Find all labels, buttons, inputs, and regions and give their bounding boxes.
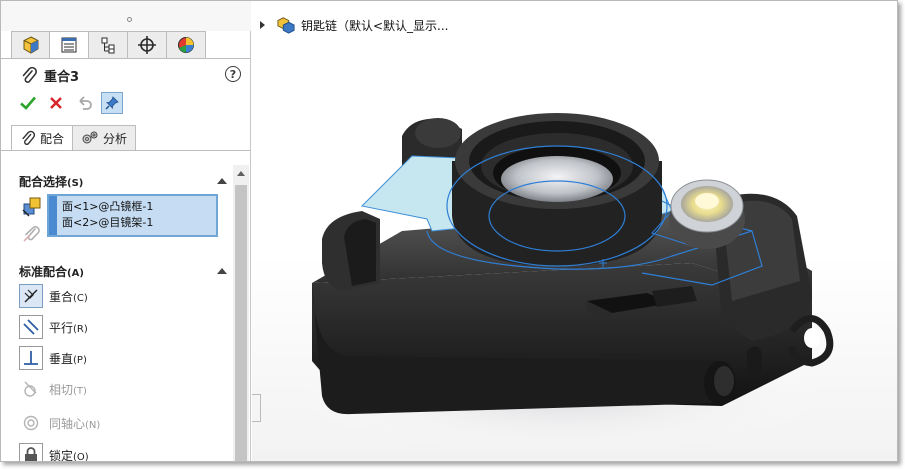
tab-feature-manager[interactable]: [11, 31, 50, 59]
gears-icon: [82, 131, 98, 144]
multi-mate-icon: [21, 223, 43, 248]
mate-label: 平行: [49, 320, 74, 335]
mate-selections-title: 配合选择(S): [19, 173, 83, 190]
mate-lock-label: 锁定(O): [49, 447, 89, 462]
mate-label: 相切: [49, 382, 74, 397]
mate-selections-list[interactable]: 面<1>@凸镜框-1 面<2>@目镜架-1: [47, 194, 218, 237]
standard-mates-key: (A): [67, 267, 84, 279]
part-cube-icon: [23, 36, 38, 54]
tab-mates[interactable]: 配合: [11, 125, 74, 151]
undo-button[interactable]: [73, 92, 95, 114]
panel-scrollbar[interactable]: [233, 165, 249, 461]
standard-mates-header[interactable]: 标准配合(A): [19, 262, 227, 280]
list-item[interactable]: 面<1>@凸镜框-1: [62, 198, 153, 214]
tangent-icon: [19, 377, 43, 401]
cancel-button[interactable]: [45, 92, 67, 114]
collapse-caret-icon[interactable]: [217, 178, 227, 184]
keep-visible-pin-button[interactable]: [101, 92, 123, 114]
mate-key: (O): [73, 451, 89, 462]
mate-selections-header[interactable]: 配合选择(S): [19, 172, 227, 190]
mate-key: (T): [73, 385, 87, 397]
sub-tab-divider: [1, 150, 251, 151]
mate-label: 同轴心: [49, 416, 86, 431]
mate-key: (C): [73, 292, 88, 304]
mate-perpendicular[interactable]: 垂直(P): [19, 346, 87, 370]
tab-property-manager[interactable]: [50, 31, 89, 59]
panel-grip[interactable]: [1, 1, 251, 31]
list-item[interactable]: 面<2>@目镜架-1: [62, 214, 153, 230]
mate-selections-label: 配合选择: [19, 174, 68, 189]
configuration-tree-icon: [101, 37, 115, 54]
mate-key: (R): [73, 323, 88, 335]
mate-selections-key: (S): [67, 177, 84, 189]
close-icon: [50, 97, 62, 109]
tab-mates-label: 配合: [40, 131, 65, 146]
grip-dot: [127, 17, 132, 22]
feature-title-text: 重合3: [44, 69, 80, 85]
mate-sub-tabs: 配合 分析: [11, 125, 137, 151]
property-list-icon: [61, 37, 77, 53]
coincident-icon: [19, 284, 43, 308]
action-buttons: [17, 91, 123, 115]
mate-tangent[interactable]: 相切(T): [19, 377, 87, 401]
tab-display-manager[interactable]: [167, 31, 206, 59]
entities-to-mate-icon: [21, 196, 43, 221]
mate-lock[interactable]: 锁定(O): [19, 443, 89, 462]
selection-list-marker: [49, 196, 57, 235]
mate-parallel[interactable]: 平行(R): [19, 315, 88, 339]
mate-parallel-label: 平行(R): [49, 319, 88, 336]
property-manager-panel: 重合3 ? 配合 分析 配合选择(S) 面<1>@凸镜框-1 面<2>@目镜架-…: [1, 1, 251, 462]
perpendicular-icon: [19, 346, 43, 370]
standard-mates-title: 标准配合(A): [19, 263, 84, 280]
manager-tabs: [11, 31, 206, 59]
scroll-up-arrow-icon[interactable]: [237, 171, 245, 176]
tab-analysis[interactable]: 分析: [73, 125, 137, 151]
mate-tangent-label: 相切(T): [49, 381, 87, 398]
paperclip-icon: [22, 130, 36, 145]
mate-key: (P): [73, 354, 87, 366]
tab-analysis-label: 分析: [103, 131, 128, 146]
mate-coincident[interactable]: 重合(C): [19, 284, 88, 308]
mate-perpendicular-label: 垂直(P): [49, 350, 87, 367]
panel-collapse-handle[interactable]: [252, 394, 261, 422]
pushpin-icon: [105, 96, 119, 110]
tab-divider: [1, 58, 251, 59]
crosshair-icon: [138, 36, 156, 54]
display-pie-icon: [178, 37, 194, 53]
tab-configuration-manager[interactable]: [89, 31, 128, 59]
camera-model-3d[interactable]: [252, 1, 898, 462]
checkmark-icon: [20, 96, 36, 110]
standard-mates-label: 标准配合: [19, 264, 68, 279]
mate-coincident-label: 重合(C): [49, 288, 88, 305]
undo-icon: [79, 96, 92, 110]
mate-concentric-label: 同轴心(N): [49, 415, 100, 432]
scroll-thumb[interactable]: [235, 185, 247, 461]
mate-label: 重合: [49, 289, 74, 304]
ok-button[interactable]: [17, 92, 39, 114]
collapse-caret-icon[interactable]: [217, 268, 227, 274]
solidworks-window: 重合3 ? 配合 分析 配合选择(S) 面<1>@凸镜框-1 面<2>@目镜架-…: [0, 0, 898, 462]
parallel-icon: [19, 315, 43, 339]
mate-concentric[interactable]: 同轴心(N): [19, 411, 100, 435]
mate-key: (N): [85, 419, 101, 431]
help-button[interactable]: ?: [225, 66, 241, 82]
concentric-icon: [19, 411, 43, 435]
paperclip-icon: [22, 66, 37, 83]
tab-dimxpert-manager[interactable]: [128, 31, 167, 59]
mate-label: 垂直: [49, 351, 74, 366]
graphics-area[interactable]: 钥匙链（默认<默认_显示...: [252, 1, 898, 462]
lock-icon: [19, 443, 43, 461]
mate-label: 锁定: [49, 448, 74, 462]
feature-title: 重合3: [21, 66, 80, 85]
